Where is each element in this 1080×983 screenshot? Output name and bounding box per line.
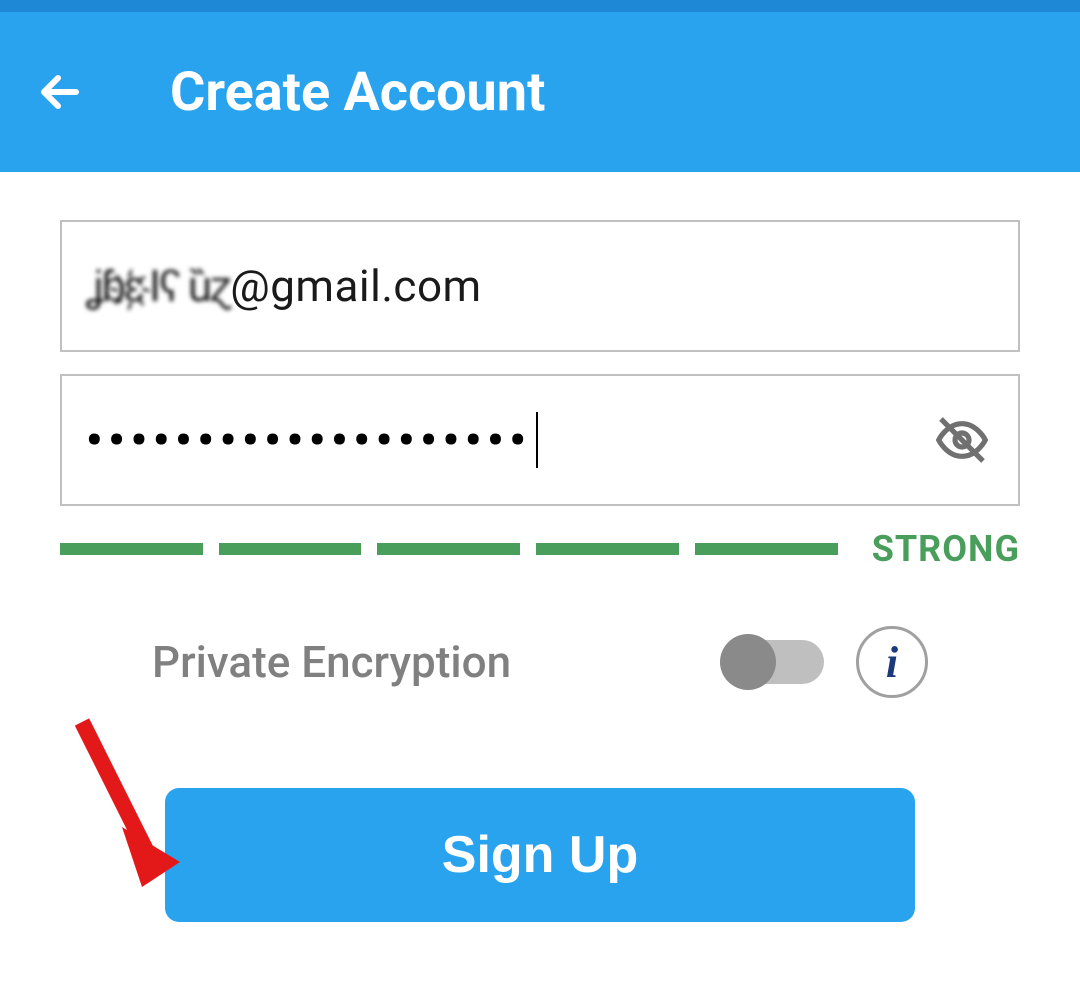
strength-bar — [60, 543, 203, 555]
eye-off-icon — [934, 412, 990, 468]
page-title: Create Account — [170, 61, 545, 124]
strength-bars — [60, 543, 838, 555]
strength-label: STRONG — [872, 528, 1020, 570]
encryption-info-button[interactable]: i — [856, 626, 928, 698]
text-cursor — [536, 412, 538, 468]
annotation-arrow-icon — [62, 712, 182, 892]
status-bar — [0, 0, 1080, 12]
signup-button[interactable]: Sign Up — [165, 788, 915, 922]
strength-bar — [219, 543, 362, 555]
back-arrow-icon — [36, 68, 84, 116]
strength-bar — [536, 543, 679, 555]
info-icon: i — [886, 637, 898, 688]
toggle-password-visibility-button[interactable] — [934, 412, 990, 468]
strength-bar — [377, 543, 520, 555]
form-content: ʝɓɛ҉ ӏʕ ȕɀ@gmail.com •••••••••••••••••••… — [0, 172, 1080, 922]
encryption-label: Private Encryption — [152, 636, 692, 688]
private-encryption-row: Private Encryption i — [60, 626, 1020, 698]
password-field[interactable]: •••••••••••••••••••• — [60, 374, 1020, 506]
toggle-knob — [720, 634, 776, 690]
password-value: •••••••••••••••••••• — [86, 414, 532, 466]
email-value: ʝɓɛ҉ ӏʕ ȕɀ@gmail.com — [86, 260, 482, 312]
password-strength-row: STRONG — [60, 528, 1020, 570]
encryption-toggle[interactable] — [724, 640, 824, 684]
email-field[interactable]: ʝɓɛ҉ ӏʕ ȕɀ@gmail.com — [60, 220, 1020, 352]
header: Create Account — [0, 12, 1080, 172]
back-button[interactable] — [30, 62, 90, 122]
strength-bar — [695, 543, 838, 555]
